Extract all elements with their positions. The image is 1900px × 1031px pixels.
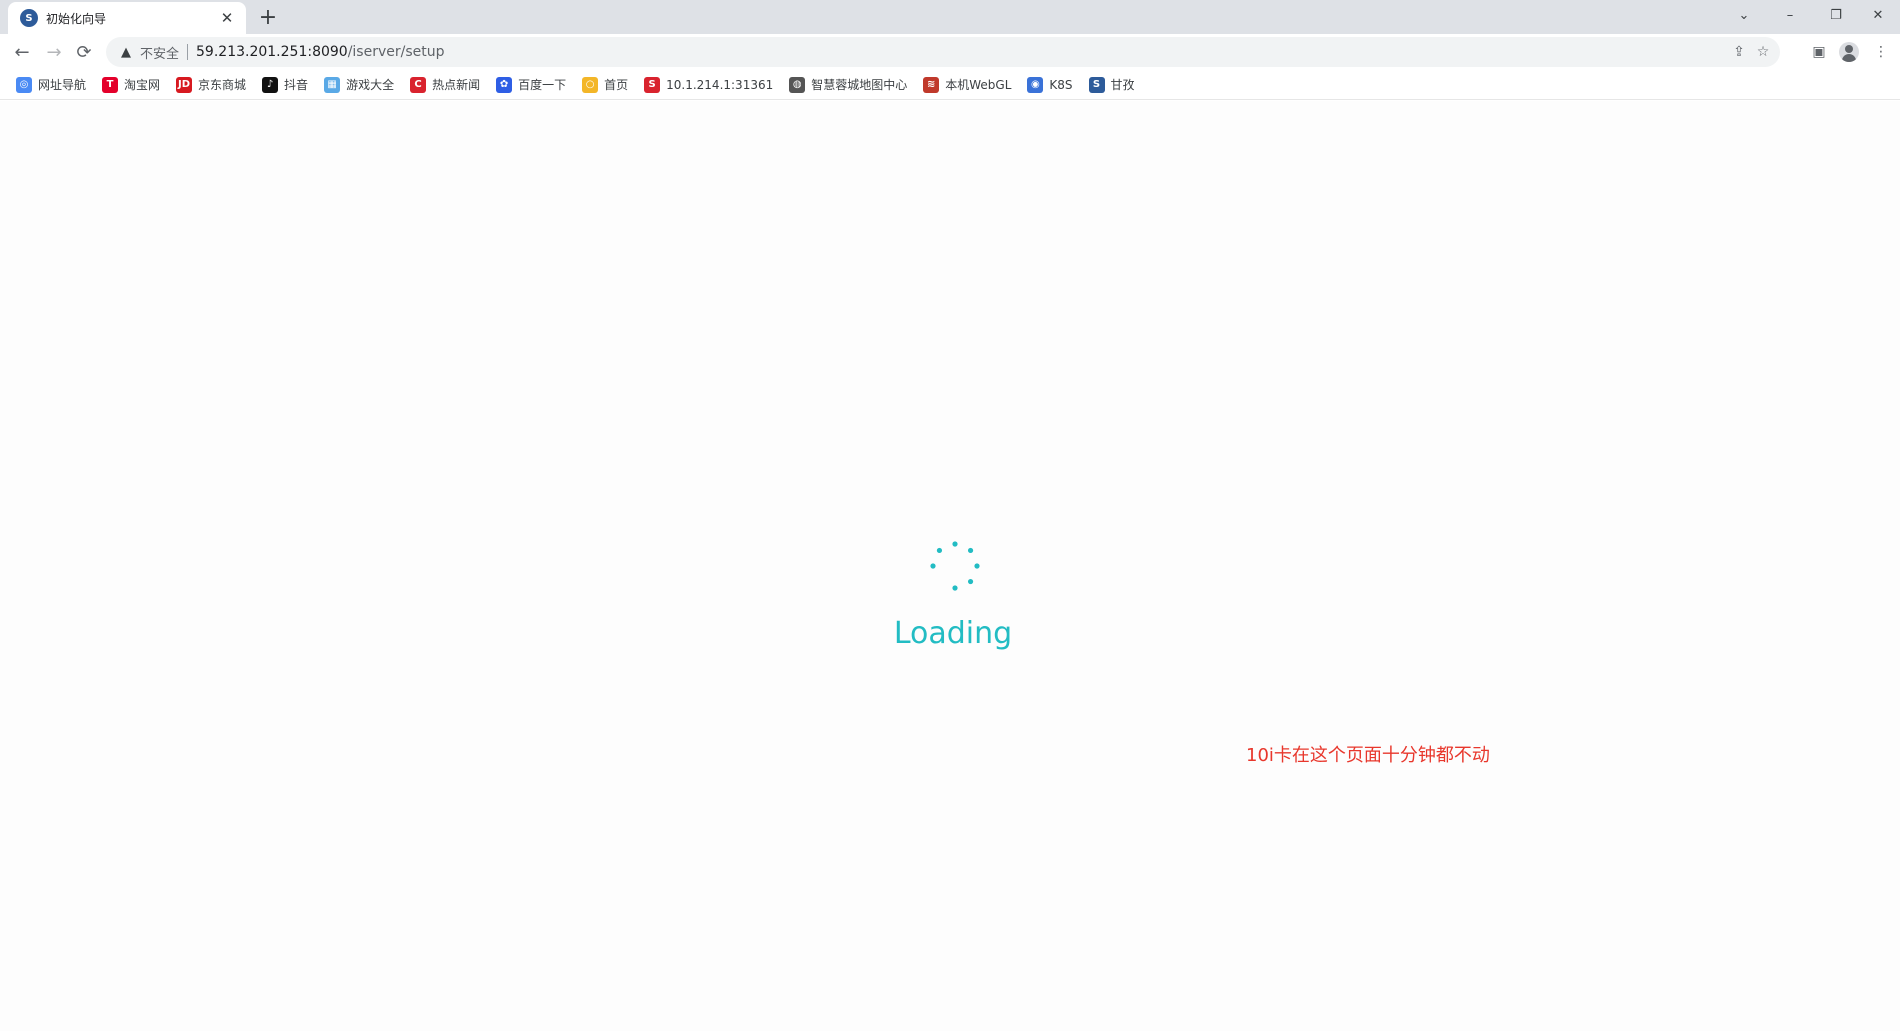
bookmark-label: 热点新闻: [432, 78, 481, 92]
share-icon[interactable]: ⇪: [1728, 42, 1750, 62]
spinner-dot: [952, 585, 958, 591]
bookmark-item[interactable]: JD 京东商城: [170, 73, 252, 97]
bookmark-item[interactable]: ◉ K8S: [1021, 73, 1078, 97]
bookmark-item[interactable]: T 淘宝网: [96, 73, 166, 97]
bookmark-label: 10.1.214.1:31361: [666, 77, 774, 92]
close-tab-icon[interactable]: ✕: [218, 9, 236, 27]
globe-dark-icon: ◍: [789, 76, 806, 93]
restore-button[interactable]: ❐: [1814, 0, 1858, 30]
globe-icon: ◎: [16, 76, 32, 93]
webgl-icon: ≋: [923, 76, 940, 93]
page-content: Loading 10i卡在这个页面十分钟都不动: [0, 101, 1900, 1031]
new-tab-button[interactable]: +: [256, 5, 280, 30]
security-label[interactable]: 不安全: [140, 43, 179, 62]
avatar: [1839, 42, 1859, 62]
baidu-icon: ✿: [496, 76, 513, 93]
side-panel-icon[interactable]: ▣: [1808, 41, 1830, 63]
bookmark-item[interactable]: S 10.1.214.1:31361: [638, 73, 779, 97]
address-separator: [187, 44, 189, 60]
forward-arrow-icon[interactable]: →: [40, 38, 68, 66]
bookmark-item[interactable]: ◎ 网址导航: [10, 73, 92, 97]
close-window-button[interactable]: ✕: [1856, 0, 1900, 30]
url-path: /iserver/setup: [347, 44, 445, 60]
s-icon: S: [644, 76, 661, 93]
url-host: 59.213.201.251:8090: [196, 44, 348, 60]
jd-icon: JD: [176, 76, 193, 93]
url-text[interactable]: 59.213.201.251:8090/iserver/setup: [196, 44, 444, 60]
reload-icon[interactable]: ⟳: [70, 38, 98, 66]
spinner-dot: [974, 563, 980, 569]
spinner-dot: [967, 578, 974, 585]
bookmark-label: 淘宝网: [124, 78, 161, 92]
bookmark-label: 抖音: [284, 78, 309, 92]
bookmark-label: 智慧蓉城地图中心: [811, 78, 908, 92]
menu-kebab-icon[interactable]: ⋮: [1870, 41, 1892, 63]
minimize-button[interactable]: –: [1768, 0, 1812, 30]
bookmark-label: 本机WebGL: [945, 78, 1012, 92]
tab-strip: S 初始化向导 ✕ + ⌄ – ❐ ✕: [0, 0, 1900, 34]
bookmark-item[interactable]: ≋ 本机WebGL: [917, 73, 1017, 97]
bookmark-item[interactable]: ♪ 抖音: [256, 73, 314, 97]
loading-text: Loading: [893, 616, 1013, 651]
bookmark-item[interactable]: ✿ 百度一下: [490, 73, 572, 97]
spinner-dot: [952, 541, 958, 547]
news-icon: C: [410, 76, 427, 93]
bookmark-item[interactable]: ▦ 游戏大全: [318, 73, 400, 97]
spinner-dot: [967, 547, 974, 554]
tab-title: 初始化向导: [46, 11, 107, 26]
home-icon: ○: [582, 76, 599, 93]
supermap-icon: S: [20, 9, 38, 27]
bookmark-item[interactable]: C 热点新闻: [404, 73, 486, 97]
warning-triangle-icon[interactable]: ▲: [118, 45, 134, 60]
spinner-dot: [930, 563, 936, 569]
bookmark-item[interactable]: ◍ 智慧蓉城地图中心: [783, 73, 913, 97]
bookmark-label: 网址导航: [38, 78, 87, 92]
annotation-note: 10i卡在这个页面十分钟都不动: [1246, 745, 1490, 766]
profile-avatar-icon[interactable]: [1838, 41, 1860, 63]
supermap-icon: S: [1088, 76, 1105, 93]
browser-toolbar: ← → ⟳ ▲ 不安全 59.213.201.251:8090/iserver/…: [0, 34, 1900, 70]
bookmark-label: 京东商城: [198, 78, 247, 92]
douyin-icon: ♪: [262, 76, 279, 93]
loading-spinner-icon: [930, 541, 980, 591]
address-bar[interactable]: ▲ 不安全 59.213.201.251:8090/iserver/setup …: [106, 37, 1780, 67]
back-arrow-icon[interactable]: ←: [8, 38, 36, 66]
tab-search-icon[interactable]: ⌄: [1722, 0, 1766, 30]
bookmark-label: K8S: [1049, 77, 1073, 92]
taobao-icon: T: [102, 76, 119, 93]
bookmark-item[interactable]: S 甘孜: [1083, 73, 1141, 97]
game-icon: ▦: [324, 76, 341, 93]
spinner-dot: [936, 547, 943, 554]
bookmark-label: 首页: [604, 78, 629, 92]
browser-tab[interactable]: S 初始化向导 ✕: [8, 2, 246, 34]
bookmark-label: 百度一下: [518, 78, 567, 92]
bookmark-star-icon[interactable]: ☆: [1752, 42, 1774, 62]
bookmark-label: 游戏大全: [346, 78, 395, 92]
bookmark-label: 甘孜: [1110, 78, 1135, 92]
k8s-icon: ◉: [1027, 76, 1044, 93]
bookmarks-bar: ◎ 网址导航 T 淘宝网 JD 京东商城 ♪ 抖音 ▦ 游戏大全 C 热点新闻 ✿ 百度一下 ○ 首页 S 10.…: [0, 70, 1900, 100]
bookmark-item[interactable]: ○ 首页: [576, 73, 634, 97]
